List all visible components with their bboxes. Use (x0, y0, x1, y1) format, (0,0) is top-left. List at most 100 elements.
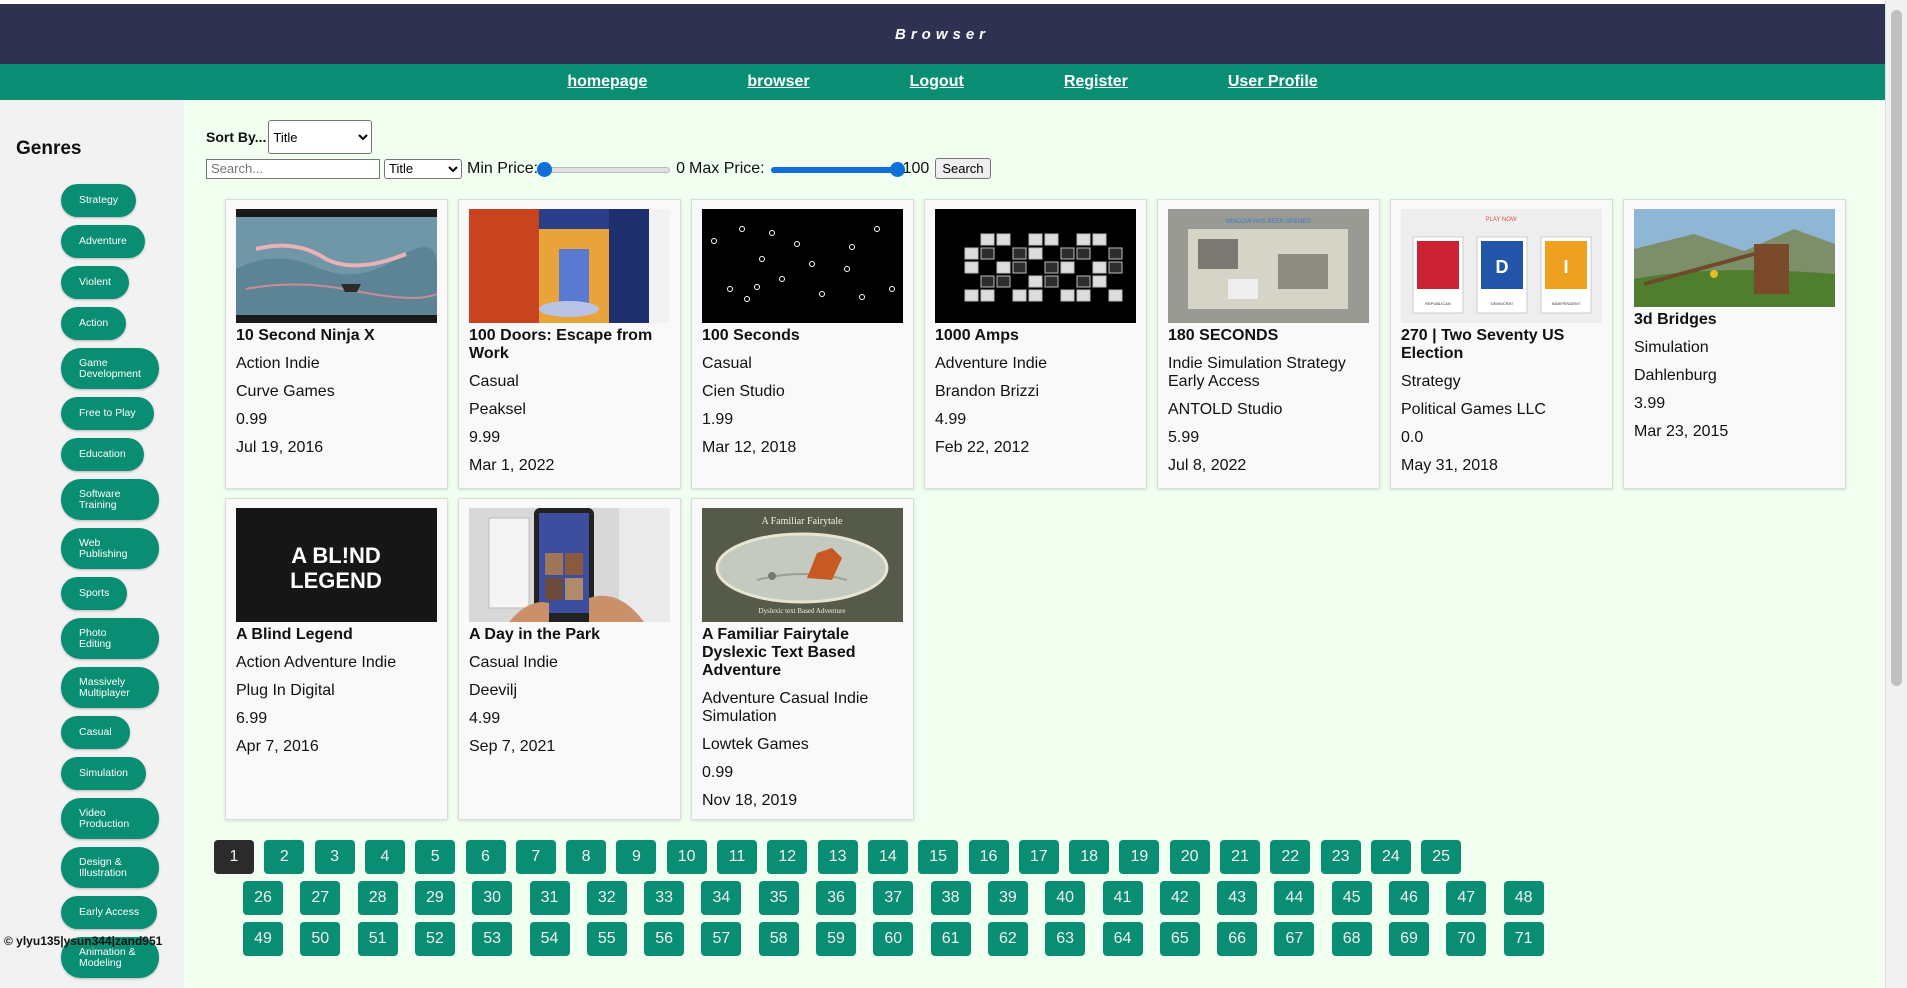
page-button-61[interactable]: 61 (930, 922, 971, 956)
page-button-60[interactable]: 60 (873, 922, 914, 956)
genre-button-software-training[interactable]: Software Training (61, 479, 159, 520)
page-button-34[interactable]: 34 (701, 881, 742, 915)
game-thumbnail[interactable] (236, 209, 437, 323)
genre-button-free-to-play[interactable]: Free to Play (61, 397, 154, 430)
game-title[interactable]: 100 Seconds (702, 327, 903, 345)
page-button-63[interactable]: 63 (1045, 922, 1086, 956)
page-button-58[interactable]: 58 (758, 922, 799, 956)
genre-button-simulation[interactable]: Simulation (61, 757, 147, 790)
page-button-42[interactable]: 42 (1159, 881, 1200, 915)
game-thumbnail[interactable] (469, 508, 670, 622)
page-button-17[interactable]: 17 (1018, 840, 1059, 874)
game-card[interactable]: A Day in the Park Casual Indie Deevilj 4.99… (458, 498, 681, 820)
page-button-64[interactable]: 64 (1102, 922, 1143, 956)
page-button-29[interactable]: 29 (414, 881, 455, 915)
page-button-26[interactable]: 26 (243, 881, 283, 915)
page-button-40[interactable]: 40 (1045, 881, 1086, 915)
page-button-47[interactable]: 47 (1446, 881, 1487, 915)
page-button-57[interactable]: 57 (701, 922, 742, 956)
page-button-39[interactable]: 39 (987, 881, 1028, 915)
page-button-3[interactable]: 3 (314, 840, 355, 874)
game-card[interactable]: 10 Second Ninja X Action Indie Curve Games… (225, 199, 448, 489)
game-title[interactable]: A Familiar Fairytale Dyslexic Text Based… (702, 626, 903, 680)
max-price-slider[interactable] (770, 161, 905, 177)
page-button-5[interactable]: 5 (415, 840, 456, 874)
scrollbar-thumb[interactable] (1891, 10, 1902, 686)
nav-link-logout[interactable]: Logout (910, 73, 964, 91)
page-button-13[interactable]: 13 (817, 840, 858, 874)
page-button-25[interactable]: 25 (1421, 840, 1462, 874)
nav-link-user-profile[interactable]: User Profile (1228, 73, 1318, 91)
genre-button-action[interactable]: Action (61, 307, 127, 340)
search-button[interactable]: Search (935, 158, 991, 179)
sort-select[interactable]: Title (268, 120, 373, 154)
genre-button-game-development[interactable]: Game Development (61, 348, 159, 389)
page-button-18[interactable]: 18 (1069, 840, 1110, 874)
game-thumbnail[interactable]: WINDOW HAS BEEN OPENED (1168, 209, 1369, 323)
page-button-33[interactable]: 33 (644, 881, 685, 915)
genre-button-video-production[interactable]: Video Production (61, 798, 159, 839)
page-button-4[interactable]: 4 (364, 840, 405, 874)
page-button-20[interactable]: 20 (1169, 840, 1210, 874)
page-button-28[interactable]: 28 (357, 881, 398, 915)
game-card[interactable]: 1000 Amps Adventure Indie Brandon Brizzi 4.… (924, 199, 1147, 489)
genre-button-sports[interactable]: Sports (61, 577, 128, 610)
game-thumbnail[interactable]: A Familiar Fairytale Dyslexic text Based … (702, 508, 903, 622)
page-button-71[interactable]: 71 (1503, 922, 1544, 956)
page-button-43[interactable]: 43 (1217, 881, 1258, 915)
nav-link-register[interactable]: Register (1064, 73, 1128, 91)
page-button-7[interactable]: 7 (515, 840, 556, 874)
page-button-52[interactable]: 52 (414, 922, 455, 956)
game-thumbnail[interactable]: A BL!ND LEGEND (236, 508, 437, 622)
game-card[interactable]: 3d Bridges Simulation Dahlenburg 3.99 Mar 23… (1623, 199, 1846, 489)
page-button-15[interactable]: 15 (918, 840, 959, 874)
page-button-67[interactable]: 67 (1274, 922, 1315, 956)
page-button-68[interactable]: 68 (1331, 922, 1372, 956)
game-title[interactable]: A Blind Legend (236, 626, 437, 644)
page-button-16[interactable]: 16 (968, 840, 1009, 874)
game-thumbnail[interactable] (702, 209, 903, 323)
page-button-35[interactable]: 35 (758, 881, 799, 915)
game-title[interactable]: 3d Bridges (1634, 311, 1835, 329)
page-button-24[interactable]: 24 (1370, 840, 1411, 874)
page-button-27[interactable]: 27 (300, 881, 341, 915)
genre-button-early-access[interactable]: Early Access (61, 896, 158, 929)
game-thumbnail[interactable] (469, 209, 670, 323)
page-button-66[interactable]: 66 (1217, 922, 1258, 956)
page-button-11[interactable]: 11 (717, 840, 757, 874)
genre-button-design-and-illustration[interactable]: Design & Illustration (61, 847, 159, 888)
page-button-10[interactable]: 10 (666, 840, 707, 874)
page-button-1[interactable]: 1 (214, 840, 254, 874)
game-title[interactable]: 270 | Two Seventy US Election (1401, 327, 1602, 363)
genre-button-massively-multiplayer[interactable]: Massively Multiplayer (61, 667, 159, 708)
page-button-23[interactable]: 23 (1320, 840, 1361, 874)
page-button-53[interactable]: 53 (472, 922, 513, 956)
page-button-14[interactable]: 14 (867, 840, 908, 874)
page-button-59[interactable]: 59 (816, 922, 856, 956)
page-button-62[interactable]: 62 (987, 922, 1028, 956)
search-field-select[interactable]: Title (384, 158, 462, 179)
genre-button-photo-editing[interactable]: Photo Editing (61, 618, 159, 659)
genre-button-web-publishing[interactable]: Web Publishing (61, 528, 159, 569)
game-title[interactable]: 100 Doors: Escape from Work (469, 327, 670, 363)
min-price-slider-thumb[interactable] (537, 161, 553, 177)
page-button-70[interactable]: 70 (1446, 922, 1487, 956)
page-button-51[interactable]: 51 (357, 922, 398, 956)
genre-button-casual[interactable]: Casual (61, 716, 130, 749)
game-card[interactable]: WINDOW HAS BEEN OPENED 180 SECONDS Indie S… (1157, 199, 1380, 489)
nav-link-browser[interactable]: browser (747, 73, 809, 91)
genre-button-strategy[interactable]: Strategy (61, 184, 137, 217)
search-input[interactable] (206, 158, 380, 179)
page-button-6[interactable]: 6 (465, 840, 506, 874)
game-card[interactable]: A Familiar Fairytale Dyslexic text Based … (691, 498, 914, 820)
game-card[interactable]: 100 Seconds Casual Cien Studio 1.99 Mar 12, … (691, 199, 914, 489)
page-button-30[interactable]: 30 (472, 881, 513, 915)
page-button-8[interactable]: 8 (566, 840, 607, 874)
game-card[interactable]: A BL!ND LEGEND A Blind Legend Action Advent… (225, 498, 448, 820)
min-price-slider[interactable] (537, 161, 671, 177)
page-button-69[interactable]: 69 (1389, 922, 1429, 956)
game-thumbnail[interactable] (1634, 209, 1835, 307)
game-title[interactable]: 1000 Amps (935, 327, 1136, 345)
genre-button-adventure[interactable]: Adventure (61, 225, 145, 258)
page-button-41[interactable]: 41 (1102, 881, 1143, 915)
